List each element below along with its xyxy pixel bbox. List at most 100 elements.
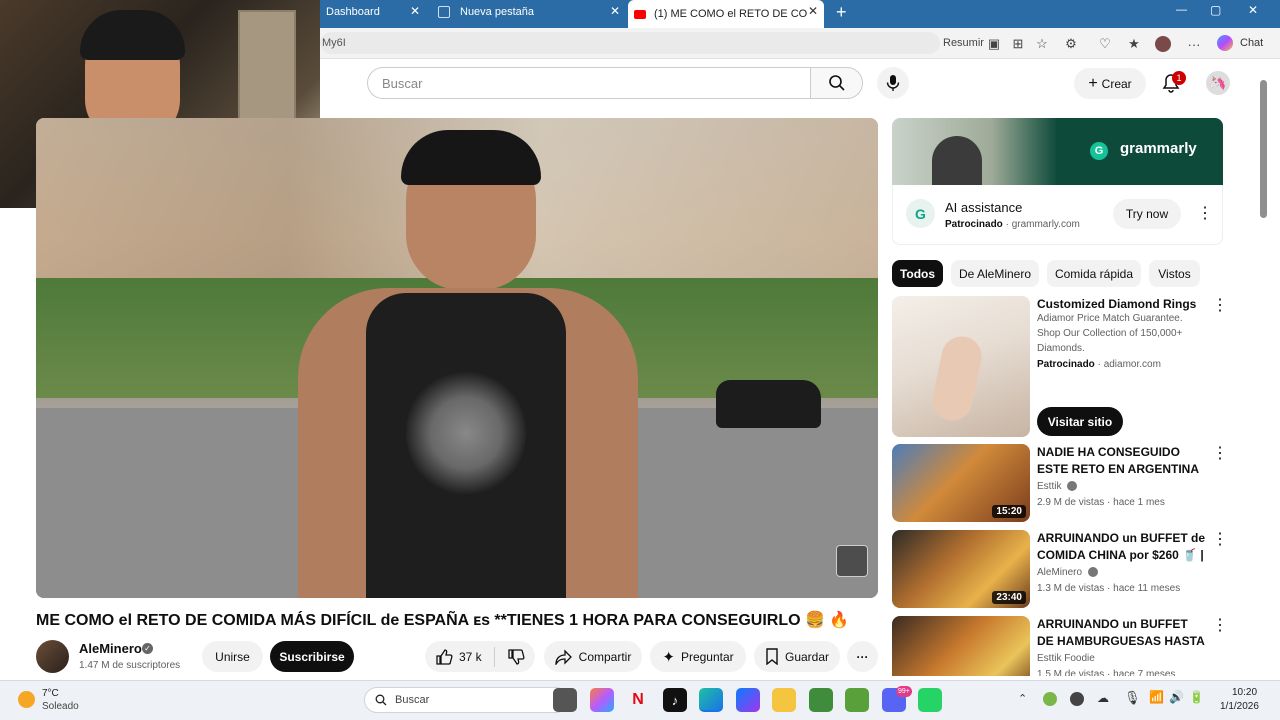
- clock-date[interactable]: 1/1/2026: [1220, 701, 1259, 712]
- car: [716, 380, 821, 428]
- extensions-icon[interactable]: ⚙: [1063, 36, 1079, 52]
- share-icon: [555, 648, 572, 665]
- copilot-icon[interactable]: [1217, 35, 1233, 51]
- chip-de-aleminero[interactable]: De AleMinero: [951, 260, 1039, 287]
- chip-vistos[interactable]: Vistos: [1149, 260, 1200, 287]
- chip-todos[interactable]: Todos: [892, 260, 943, 287]
- rec-channel-line[interactable]: Esttik: [1037, 479, 1212, 495]
- try-now-label: Try now: [1125, 207, 1169, 221]
- video-player[interactable]: [36, 118, 878, 598]
- tray-app-icon[interactable]: [1043, 692, 1057, 706]
- new-tab-button[interactable]: +: [836, 2, 847, 23]
- rec-channel[interactable]: Esttik Foodie: [1037, 651, 1212, 667]
- more-actions-button[interactable]: ···: [847, 641, 878, 672]
- ad-thumbnail-diamond-rings[interactable]: [892, 296, 1030, 437]
- favorite-star-icon[interactable]: ☆: [1034, 36, 1050, 52]
- resume-label[interactable]: Resumir: [943, 37, 984, 49]
- volume-icon[interactable]: 🔊: [1169, 690, 1184, 704]
- rec-title[interactable]: NADIE HA CONSEGUIDO ESTE RETO EN ARGENTI…: [1037, 444, 1205, 478]
- try-now-button[interactable]: Try now: [1113, 199, 1181, 229]
- rec-menu-icon[interactable]: ⋮: [1212, 531, 1228, 549]
- tab-youtube-active[interactable]: (1) ME COMO el RETO DE COMIDA MÁS DIFÍCI…: [628, 0, 824, 28]
- tab-favicon-icon: [438, 6, 450, 18]
- visit-site-button[interactable]: Visitar sitio: [1037, 407, 1123, 436]
- search-button[interactable]: [810, 67, 863, 99]
- profile-avatar-icon[interactable]: [1155, 36, 1171, 52]
- tab-new-tab[interactable]: Nueva pestaña ✕: [432, 0, 626, 24]
- battery-icon[interactable]: 🔋: [1189, 690, 1204, 704]
- netflix-icon[interactable]: N: [626, 688, 650, 712]
- rec-menu-icon[interactable]: ⋮: [1212, 617, 1228, 635]
- browser-essentials-icon[interactable]: ♡: [1097, 36, 1113, 52]
- rec-channel[interactable]: AleMinero: [1037, 567, 1082, 578]
- file-explorer-icon[interactable]: [772, 688, 796, 712]
- taskbar-search-input[interactable]: Buscar: [364, 687, 569, 713]
- rec-thumbnail[interactable]: [892, 616, 1030, 676]
- windows-start-icon[interactable]: [332, 688, 354, 710]
- like-icon[interactable]: [435, 648, 453, 666]
- close-window-icon[interactable]: ✕: [1248, 3, 1258, 17]
- rec-menu-icon[interactable]: ⋮: [1212, 297, 1228, 315]
- close-tab-icon[interactable]: ✕: [410, 4, 420, 18]
- weather-description[interactable]: Soleado: [42, 701, 79, 712]
- rec-thumbnail[interactable]: 15:20: [892, 444, 1030, 522]
- video-duration: 23:40: [992, 591, 1026, 604]
- more-menu-icon[interactable]: ···: [1186, 36, 1202, 52]
- task-view-icon[interactable]: [553, 688, 577, 712]
- channel-name[interactable]: AleMinero: [79, 641, 142, 656]
- rec-menu-icon[interactable]: ⋮: [1212, 445, 1228, 463]
- search-icon: [375, 694, 387, 706]
- clock-time[interactable]: 10:20: [1232, 687, 1257, 698]
- whatsapp-icon[interactable]: [918, 688, 942, 712]
- edge-icon[interactable]: [699, 688, 723, 712]
- voice-search-button[interactable]: [877, 67, 909, 99]
- join-button[interactable]: Unirse: [202, 641, 263, 672]
- ad-domain: grammarly.com: [1011, 219, 1080, 230]
- minecraft-block-icon[interactable]: [845, 688, 869, 712]
- rec-channel[interactable]: Esttik: [1037, 481, 1061, 492]
- search-input[interactable]: Buscar: [367, 67, 811, 99]
- ad-menu-icon[interactable]: ⋮: [1197, 205, 1213, 223]
- save-button[interactable]: Guardar: [754, 641, 840, 672]
- channel-watermark-icon[interactable]: [836, 545, 868, 577]
- sun-weather-icon[interactable]: [18, 691, 35, 708]
- chevron-up-icon[interactable]: ⌃: [1018, 692, 1027, 705]
- messenger-icon[interactable]: [736, 688, 760, 712]
- ask-button[interactable]: ✦ Preguntar: [650, 641, 746, 672]
- share-button[interactable]: Compartir: [544, 641, 642, 672]
- subscribe-button[interactable]: Suscribirse: [270, 641, 354, 672]
- close-tab-icon[interactable]: ✕: [610, 4, 620, 18]
- chip-comida-rapida[interactable]: Comida rápida: [1047, 260, 1141, 287]
- copilot-app-icon[interactable]: [590, 688, 614, 712]
- maximize-icon[interactable]: ▢: [1210, 3, 1221, 17]
- reading-view-icon[interactable]: ▣: [986, 36, 1002, 52]
- url-text: My6I: [322, 37, 346, 49]
- dislike-icon[interactable]: [507, 648, 525, 666]
- like-count[interactable]: 37 k: [459, 650, 482, 664]
- advertiser-icon[interactable]: G: [906, 199, 935, 228]
- close-tab-icon[interactable]: ✕: [808, 4, 818, 18]
- rec-channel-line[interactable]: AleMinero: [1037, 565, 1212, 581]
- weather-temperature[interactable]: 7°C: [42, 688, 59, 699]
- account-avatar[interactable]: 🦄: [1206, 71, 1230, 95]
- tab-dashboard[interactable]: Dashboard ✕: [320, 0, 426, 24]
- tiktok-icon[interactable]: ♪: [663, 688, 687, 712]
- url-field[interactable]: My6I: [320, 32, 940, 54]
- rec-title[interactable]: ARRUINANDO un BUFFET de COMIDA CHINA por…: [1037, 530, 1205, 564]
- rec-title[interactable]: ARRUINANDO un BUFFET DE HAMBURGUESAS HAS…: [1037, 616, 1205, 650]
- favorites-icon[interactable]: ★: [1126, 36, 1142, 52]
- cloud-icon[interactable]: ☁: [1097, 691, 1109, 705]
- rec-thumbnail[interactable]: 23:40: [892, 530, 1030, 608]
- wifi-icon[interactable]: 📶: [1149, 690, 1164, 704]
- scrollbar-thumb[interactable]: [1260, 80, 1267, 218]
- apps-icon[interactable]: ⊞: [1010, 36, 1026, 52]
- tray-app-icon[interactable]: [1070, 692, 1084, 706]
- create-button[interactable]: + Crear: [1074, 68, 1146, 99]
- chip-label: Comida rápida: [1054, 266, 1134, 281]
- chat-label[interactable]: Chat: [1240, 37, 1263, 49]
- minimize-icon[interactable]: —: [1176, 4, 1187, 16]
- minecraft-icon[interactable]: [809, 688, 833, 712]
- ad-title[interactable]: AI assistance: [945, 200, 1022, 215]
- channel-avatar[interactable]: [36, 640, 69, 673]
- microphone-tray-icon[interactable]: 🎙: [1124, 690, 1141, 706]
